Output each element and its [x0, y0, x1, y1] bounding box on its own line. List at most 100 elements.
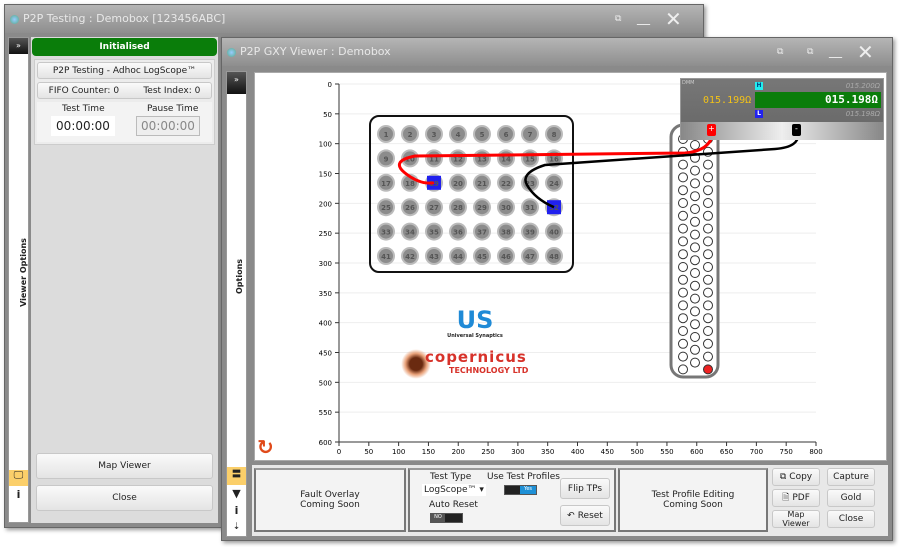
options-strip: » Options 〓 ▼ i ⇣ — [226, 71, 247, 537]
use-profiles-label: Use Test Profiles — [487, 472, 560, 482]
connector-pin — [703, 262, 713, 272]
y-tick-label: 550 — [319, 409, 332, 417]
x-tick-label: 450 — [601, 448, 614, 456]
connector-pin — [690, 204, 700, 214]
bottom-panel: Fault Overlay Coming Soon Test Type LogS… — [252, 465, 888, 536]
pin-label: 18 — [405, 180, 415, 188]
more-icon[interactable]: ⇣ — [227, 522, 246, 532]
pin-label: 14 — [501, 155, 511, 163]
connector-pin — [703, 198, 713, 208]
filter-icon[interactable]: ▼ — [227, 487, 246, 500]
pin-label: 39 — [525, 229, 535, 237]
pin-label: 17 — [381, 180, 391, 188]
list-icon[interactable]: 〓 — [227, 467, 246, 485]
close-window-button[interactable]: ✕ — [665, 5, 682, 33]
pin-label: 31 — [525, 204, 535, 212]
monitor-icon[interactable]: 🖵 — [9, 470, 28, 486]
connector-pin — [703, 364, 713, 375]
pin-label: 20 — [453, 180, 463, 188]
expand-button[interactable]: » — [9, 38, 28, 54]
connector-pin — [703, 274, 713, 285]
pin-label: 22 — [501, 180, 511, 188]
x-tick-label: 750 — [780, 448, 793, 456]
capture-button[interactable]: Capture — [827, 468, 875, 486]
pin-label: 28 — [453, 204, 463, 212]
info-icon[interactable]: i — [9, 488, 28, 501]
reset-button[interactable]: ↶ Reset — [560, 505, 610, 526]
pin-label: 7 — [528, 131, 533, 139]
info-icon[interactable]: i — [227, 504, 246, 517]
use-profiles-toggle[interactable]: Yes — [504, 485, 537, 495]
connector-pin — [703, 287, 713, 298]
connector-pin — [690, 242, 700, 253]
pin-label: 5 — [480, 131, 485, 139]
pin-label: 40 — [549, 229, 559, 237]
close-window-button[interactable]: ✕ — [857, 38, 874, 66]
connector-pin — [678, 262, 688, 272]
connector-pin — [690, 280, 700, 291]
map-viewer-button[interactable]: Map Viewer — [36, 453, 213, 479]
x-tick-label: 50 — [364, 448, 373, 456]
app-icon — [10, 15, 19, 24]
minus-probe[interactable]: - — [792, 124, 801, 136]
plus-probe[interactable]: + — [707, 124, 716, 136]
app-icon — [227, 48, 236, 57]
minimize-button[interactable]: __ — [637, 5, 650, 33]
x-tick-label: 650 — [720, 448, 733, 456]
pin-label: 1 — [384, 131, 389, 139]
connector-pin — [678, 172, 688, 183]
x-tick-label: 200 — [452, 448, 465, 456]
auto-reset-toggle[interactable]: NO — [430, 513, 463, 523]
dmm-panel[interactable]: DMM H 015.200Ω 015.199Ω 015.198Ω L 015.1… — [680, 78, 884, 140]
x-tick-label: 800 — [809, 448, 822, 456]
map-viewer-button[interactable]: Map Viewer — [772, 510, 820, 528]
options-label[interactable]: Options — [235, 259, 244, 294]
x-tick-label: 550 — [660, 448, 673, 456]
pin-label: 37 — [477, 229, 487, 237]
connector-pin — [678, 185, 688, 196]
restore-icon[interactable]: ⧉ — [807, 38, 813, 66]
pin-label: 36 — [453, 229, 463, 237]
close-button[interactable]: Close — [827, 510, 875, 528]
x-tick-label: 500 — [630, 448, 643, 456]
gold-button[interactable]: Gold — [827, 489, 875, 507]
expand-button[interactable]: » — [227, 72, 246, 94]
x-tick-label: 150 — [422, 448, 435, 456]
connector-pin — [690, 165, 700, 176]
test-type-select[interactable]: LogScope™ ▾ — [422, 484, 486, 496]
pdf-button[interactable]: 🗎 PDF — [772, 489, 820, 507]
logo-copernicus: Copernicus Technology Ltd — [401, 347, 541, 383]
y-tick-label: 350 — [319, 290, 332, 298]
connector-pin — [678, 198, 688, 208]
y-tick-label: 250 — [319, 230, 332, 238]
test-type-label: Test Type — [430, 472, 472, 482]
pin-label: 46 — [501, 253, 511, 261]
fifo-counter: FIFO Counter: 0 — [48, 85, 120, 96]
pin-label: 21 — [477, 180, 487, 188]
connector-pin — [703, 172, 713, 183]
connector-pin — [678, 338, 688, 349]
flip-tps-button[interactable]: Flip TPs — [560, 478, 610, 499]
refresh-icon[interactable]: ↻ — [257, 435, 274, 459]
connector-pin — [703, 249, 713, 260]
viewer-options-label[interactable]: Viewer Options — [19, 238, 28, 307]
restore-icon[interactable]: ⧉ — [615, 5, 621, 33]
maximize-icon[interactable]: ⧉ — [777, 38, 783, 66]
pin-label: 29 — [477, 204, 487, 212]
connector-pin — [678, 223, 688, 234]
pin-label: 6 — [504, 131, 509, 139]
pin-label: 8 — [552, 131, 557, 139]
pin-label: 33 — [381, 229, 391, 237]
logo-us: US Universal Synaptics — [447, 306, 503, 339]
dmm-value-left: 015.199Ω — [703, 95, 752, 106]
fault-overlay: Fault Overlay Coming Soon — [254, 468, 406, 532]
minimize-button[interactable]: __ — [829, 38, 842, 66]
connector-pin — [703, 338, 713, 349]
x-tick-label: 300 — [511, 448, 524, 456]
copy-button[interactable]: ⧉ Copy — [772, 468, 820, 486]
close-button[interactable]: Close — [36, 485, 213, 511]
connector-pin — [703, 351, 713, 362]
pin-label: 24 — [549, 180, 559, 188]
test-index: Test Index: 0 — [143, 85, 201, 96]
test-time-value: 00:00:00 — [51, 116, 115, 136]
